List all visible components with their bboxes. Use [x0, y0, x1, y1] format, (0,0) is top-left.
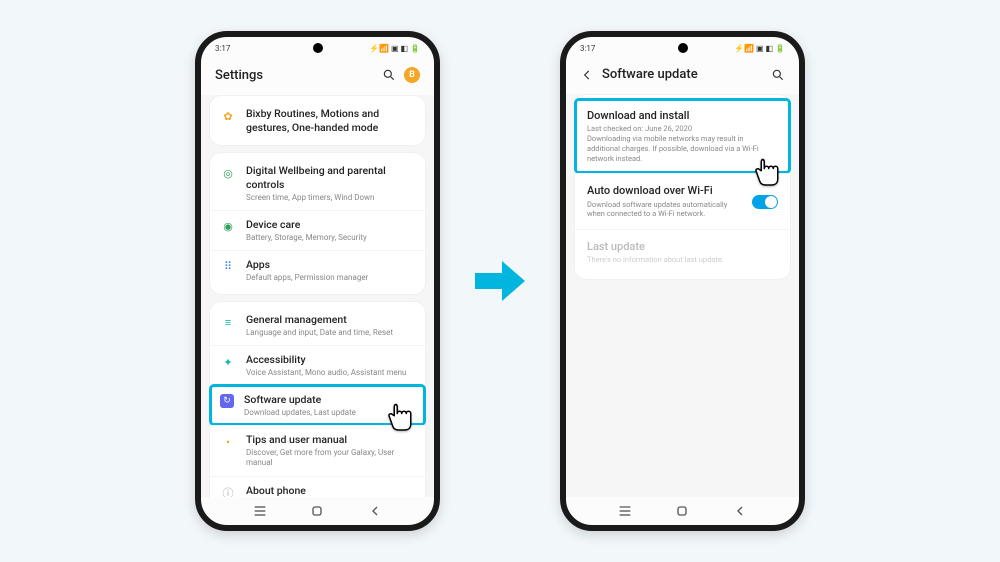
settings-list[interactable]: ✿ Bixby Routines, Motions and gestures, O…: [201, 95, 434, 497]
settings-row[interactable]: ↻ Software updateDownload updates, Last u…: [210, 385, 425, 425]
row-icon: ↻: [220, 394, 234, 408]
settings-group: ✿ Bixby Routines, Motions and gestures, O…: [209, 95, 426, 146]
status-icons: ⚡📶 ▣ ◧ 🔋: [369, 44, 420, 53]
row-subtitle: Voice Assistant, Mono audio, Assistant m…: [246, 368, 415, 378]
row-subtitle: Discover, Get more from your Galaxy, Use…: [246, 448, 415, 469]
settings-row[interactable]: ≡ General managementLanguage and input, D…: [210, 306, 425, 345]
software-update-list[interactable]: Download and installLast checked on: Jun…: [566, 94, 799, 497]
row-title: Accessibility: [246, 353, 415, 367]
android-nav-bar: [566, 497, 799, 525]
row-subtitle: Download software updates automatically …: [587, 200, 742, 220]
row-subtitle: Battery, Storage, Memory, Security: [246, 233, 415, 243]
status-icons: ⚡📶 ▣ ◧ 🔋: [734, 44, 785, 53]
settings-row[interactable]: ◎ Digital Wellbeing and parental controls…: [210, 157, 425, 210]
wifi-auto-toggle[interactable]: [752, 195, 778, 209]
row-icon: ◉: [220, 219, 236, 235]
settings-header: Settings B: [201, 59, 434, 95]
row-icon: •: [220, 434, 236, 450]
status-time: 3:17: [580, 44, 595, 53]
row-title: Bixby Routines, Motions and gestures, On…: [246, 107, 415, 134]
row-icon: ✦: [220, 354, 236, 370]
settings-row[interactable]: ◉ Device careBattery, Storage, Memory, Se…: [210, 210, 425, 250]
recent-apps-button[interactable]: [252, 503, 268, 519]
update-option-row[interactable]: Download and installLast checked on: Jun…: [575, 99, 790, 173]
home-button[interactable]: [674, 503, 690, 519]
row-subtitle: Last checked on: June 26, 2020 Downloadi…: [587, 124, 778, 163]
row-icon: ⠿: [220, 259, 236, 275]
phone-settings: 3:17 ⚡📶 ▣ ◧ 🔋 Settings B ✿ Bixby Routines…: [195, 31, 440, 531]
row-title: Auto download over Wi-Fi: [587, 184, 742, 198]
row-title: Apps: [246, 258, 415, 272]
settings-row[interactable]: ⠿ AppsDefault apps, Permission manager: [210, 250, 425, 290]
settings-row[interactable]: ✦ AccessibilityVoice Assistant, Mono audi…: [210, 345, 425, 385]
back-icon[interactable]: [580, 68, 594, 82]
phone-software-update: 3:17 ⚡📶 ▣ ◧ 🔋 Software update Download a…: [560, 31, 805, 531]
android-nav-bar: [201, 497, 434, 525]
page-title: Settings: [215, 68, 374, 83]
row-title: Device care: [246, 218, 415, 232]
row-icon: ◎: [220, 165, 236, 181]
search-icon[interactable]: [771, 68, 785, 82]
update-option-row[interactable]: Auto download over Wi-Fi Download softwar…: [575, 173, 790, 229]
row-title: Tips and user manual: [246, 433, 415, 447]
row-icon: ≡: [220, 314, 236, 330]
row-icon: ✿: [220, 108, 236, 124]
settings-row[interactable]: ⓘAbout phoneStatus, Legal information, P…: [210, 476, 425, 497]
software-update-card: Download and installLast checked on: Jun…: [574, 94, 791, 280]
row-subtitle: There's no information about last update…: [587, 255, 778, 265]
settings-row[interactable]: ✿ Bixby Routines, Motions and gestures, O…: [210, 100, 425, 141]
status-bar: 3:17 ⚡📶 ▣ ◧ 🔋: [566, 37, 799, 59]
settings-group: ≡ General managementLanguage and input, D…: [209, 301, 426, 497]
row-title: Software update: [244, 393, 415, 407]
home-button[interactable]: [309, 503, 325, 519]
row-subtitle: Screen time, App timers, Wind Down: [246, 193, 415, 203]
update-option-row: Last updateThere's no information about …: [575, 229, 790, 275]
status-time: 3:17: [215, 44, 230, 53]
search-icon[interactable]: [382, 68, 396, 82]
row-subtitle: Language and input, Date and time, Reset: [246, 328, 415, 338]
status-bar: 3:17 ⚡📶 ▣ ◧ 🔋: [201, 37, 434, 59]
row-subtitle: Download updates, Last update: [244, 408, 415, 418]
row-subtitle: Default apps, Permission manager: [246, 273, 415, 283]
row-icon: ⓘ: [220, 485, 236, 497]
recent-apps-button[interactable]: [617, 503, 633, 519]
software-update-header: Software update: [566, 59, 799, 94]
row-title: General management: [246, 313, 415, 327]
flow-arrow-icon: [470, 251, 530, 311]
page-title: Software update: [602, 67, 763, 82]
back-button[interactable]: [367, 503, 383, 519]
row-title: About phone: [246, 484, 415, 497]
settings-group: ◎ Digital Wellbeing and parental controls…: [209, 152, 426, 295]
row-title: Digital Wellbeing and parental controls: [246, 164, 415, 191]
row-title: Download and install: [587, 109, 778, 123]
settings-row[interactable]: • Tips and user manualDiscover, Get more …: [210, 425, 425, 475]
back-button[interactable]: [732, 503, 748, 519]
avatar[interactable]: B: [404, 67, 420, 83]
row-title: Last update: [587, 240, 778, 254]
